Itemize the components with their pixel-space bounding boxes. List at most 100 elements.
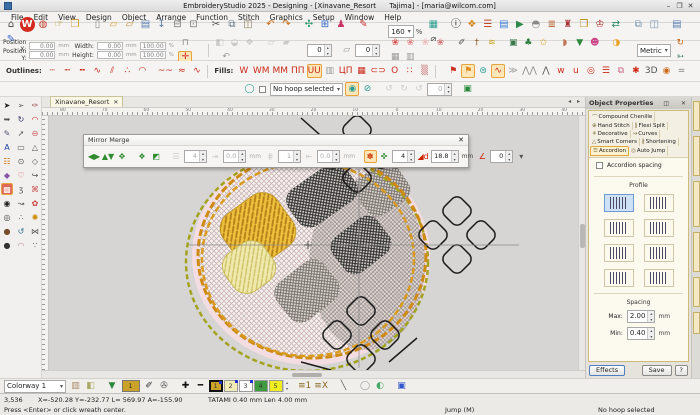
palette-spinner[interactable]: ▴▾ [283, 380, 290, 392]
swap-window-icon[interactable]: ⇄ [608, 17, 623, 32]
docker-tab-4[interactable] [693, 232, 700, 272]
help-button[interactable]: ? [675, 365, 688, 376]
wreath-icon[interactable]: ✽ [364, 150, 377, 163]
docker-tab-2[interactable] [693, 136, 700, 176]
profile-even-dense[interactable] [604, 194, 634, 212]
color-wheel-icon[interactable]: ◑ [609, 37, 623, 51]
profile-dense-center[interactable] [644, 219, 674, 237]
spinner-down-icon[interactable]: ▾ [506, 157, 512, 163]
bitmap-icon[interactable]: ▣ [506, 37, 520, 51]
close-button[interactable]: ✕ [685, 2, 696, 10]
lock-proportions-icon[interactable]: ⊓ [178, 37, 192, 51]
motif-flag-icon[interactable]: ⚑ [446, 64, 460, 78]
equals-icon[interactable]: = [675, 64, 689, 78]
mirror-merge-title-bar[interactable]: Mirror Merge ✕ [84, 135, 468, 146]
dark-dot-tool[interactable]: ● [1, 239, 13, 251]
print-icon[interactable]: ⊟ [170, 17, 185, 32]
horizontal-scrollbar[interactable] [42, 370, 585, 378]
spool-icon[interactable]: ▣ [395, 379, 409, 393]
spinner[interactable]: 0▴▾ [490, 150, 513, 163]
stamp-icon[interactable]: ♜ [560, 17, 575, 32]
fill-weave-icon[interactable]: ▦ [355, 64, 369, 78]
paste-icon[interactable]: ◫ [241, 17, 256, 32]
height-field[interactable]: 0.00 [97, 51, 123, 59]
add-color-icon[interactable]: ✚ [179, 379, 193, 393]
spinner-down-icon[interactable]: ▾ [648, 334, 654, 340]
figure-icon[interactable]: ♔ [592, 17, 607, 32]
angle-icon[interactable]: ∠ [476, 150, 489, 163]
fill-zigzag-icon[interactable]: MM [272, 64, 290, 78]
product-tshirt-icon[interactable]: ▼ [105, 379, 119, 393]
spinner[interactable]: 0.0▴▾ [317, 150, 340, 163]
paste-design-icon[interactable]: ◫ [647, 17, 662, 32]
skew-v-icon[interactable]: ▰ [279, 37, 293, 51]
profile-step-up[interactable] [604, 244, 634, 262]
docker-tab-1[interactable] [693, 101, 700, 131]
starburst-tool[interactable]: ✺ [29, 211, 41, 223]
spinner-down-icon[interactable]: ▾ [452, 157, 458, 163]
column-offset-icon[interactable]: ⇤ [303, 150, 316, 163]
fill-tatami-icon[interactable]: ΠΠ [290, 64, 306, 78]
profile-dense-edges[interactable] [604, 219, 634, 237]
fill-satin-raised-icon[interactable]: WM [252, 64, 271, 78]
copy-icon[interactable]: ⧉ [225, 17, 240, 32]
distance-flag-icon[interactable]: ◢d [417, 150, 430, 163]
spinner-down-icon[interactable]: ▾ [408, 157, 414, 163]
polygon-tool[interactable]: △ [29, 141, 41, 153]
save-button[interactable]: Save [642, 365, 672, 376]
redo-icon[interactable]: ↷ [279, 17, 294, 32]
spinner-down-icon[interactable]: ▾ [333, 157, 339, 163]
fill-satin-icon[interactable]: W [237, 64, 251, 78]
select-tool[interactable]: ➤ [1, 99, 13, 111]
hoop-combo[interactable]: No hoop selected ▾ [270, 83, 343, 96]
profile-random[interactable] [644, 269, 674, 287]
ring-tool[interactable]: ◎ [1, 211, 13, 223]
spinner[interactable]: 4▴▾ [392, 150, 415, 163]
rectangle-tool[interactable]: ▭ [15, 141, 27, 153]
docker-tab-3[interactable] [693, 181, 700, 227]
lettering-style-1-icon[interactable]: ❀ [388, 37, 402, 51]
people-icon[interactable]: ☻ [588, 37, 602, 51]
pos-x-field[interactable]: 0.00 [29, 42, 55, 50]
hoop-edit-icon[interactable]: ⊘ [360, 82, 374, 96]
fill-stipple-icon[interactable]: ∷ [403, 64, 417, 78]
profile-even-open[interactable] [644, 194, 674, 212]
color-swatch-1[interactable]: 1 [209, 380, 223, 392]
docker-tab-6[interactable] [693, 312, 700, 334]
team-icon[interactable]: ♟ [334, 17, 349, 32]
tshirt-icon[interactable]: ▼ [573, 37, 587, 51]
machine-icon[interactable]: ✣ [302, 17, 317, 32]
spinner-down-icon[interactable]: ▾ [200, 157, 206, 163]
lettering-style-3-icon[interactable]: ❀ [418, 37, 432, 51]
undo-icon[interactable]: ↶ [263, 17, 278, 32]
bread-icon[interactable]: ◗ [558, 37, 572, 51]
open-curve-tool[interactable]: ↺ [15, 225, 27, 237]
rotate-spinner[interactable]: 0▴▾ [307, 44, 332, 57]
hoop-rotate-left-icon[interactable]: ↺ [382, 82, 396, 96]
column-fill-tool[interactable]: ☷ [1, 155, 13, 167]
flower-tool[interactable]: ✿ [29, 197, 41, 209]
pen-red-icon[interactable]: ✎ [356, 17, 371, 32]
dots-pair-tool[interactable]: ∵ [29, 239, 41, 251]
thread-exchange-icon[interactable]: ≡X [313, 379, 329, 393]
outline-motif-run-icon[interactable]: ~~ [157, 64, 174, 78]
units-combo[interactable]: Metric ▾ [637, 44, 671, 57]
current-color-chip[interactable]: 1 [122, 380, 140, 392]
motif-zigzag-icon[interactable]: ∿ [491, 64, 505, 78]
minimize-button[interactable]: – [663, 2, 674, 10]
row-offset-icon[interactable]: ⇥ [209, 150, 222, 163]
brown-dot-tool[interactable]: ● [1, 225, 13, 237]
kaleidoscope-frame-icon[interactable]: ◩ [150, 150, 163, 163]
panel-pin-icon[interactable]: ◫ [663, 100, 671, 107]
needle-icon[interactable]: † [470, 37, 484, 51]
monitor-icon[interactable]: ⊞ [318, 17, 333, 32]
spinner-down-icon[interactable]: ▾ [294, 157, 300, 163]
threeD-icon[interactable]: 3D [644, 64, 659, 78]
outline-sculpt-icon[interactable]: ╍ [75, 64, 89, 78]
grid-icon[interactable]: ▦ [426, 17, 441, 32]
hoop-rotate-spinner[interactable]: 0▴▾ [427, 83, 452, 96]
tab-compound-chenille[interactable]: ⌒Compound Chenille [590, 112, 655, 122]
tab-hand-stitch[interactable]: ⊕Hand Stitch [590, 122, 633, 130]
circle-outline-icon[interactable]: ◯ [358, 379, 372, 393]
pen-path-icon[interactable]: ✐ [455, 37, 469, 51]
